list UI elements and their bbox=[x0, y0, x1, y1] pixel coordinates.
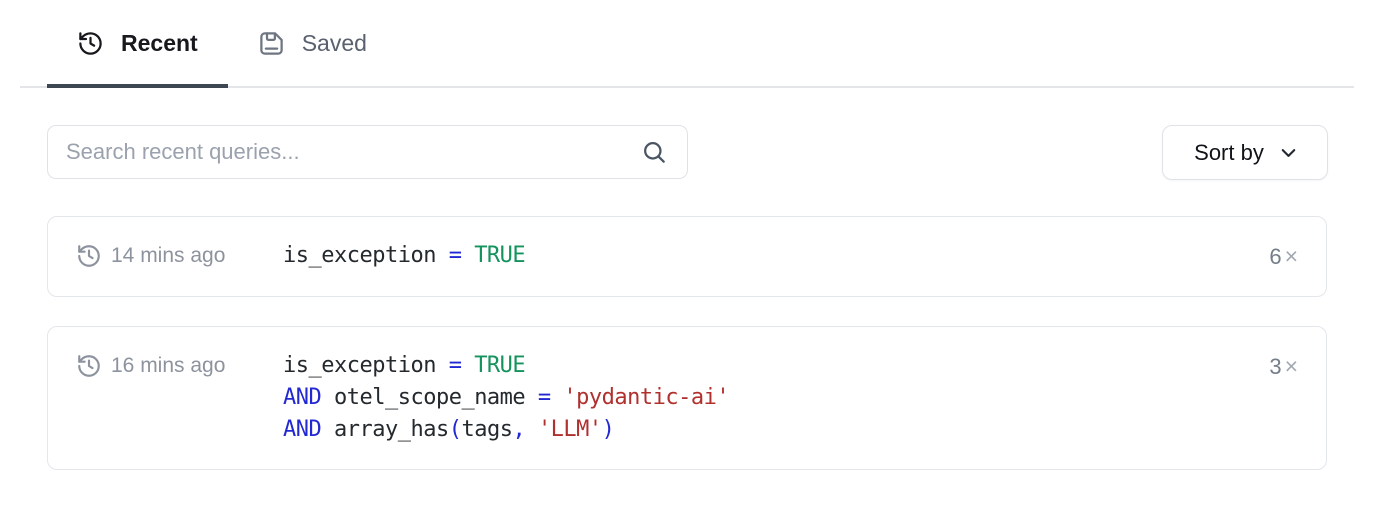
query-meta: 16 mins ago bbox=[76, 350, 283, 382]
query-timestamp: 14 mins ago bbox=[111, 244, 225, 268]
query-code: is_exception = TRUEAND otel_scope_name =… bbox=[283, 350, 1253, 446]
history-icon bbox=[76, 243, 102, 269]
tab-saved[interactable]: Saved bbox=[228, 0, 397, 86]
times-symbol: × bbox=[1282, 353, 1298, 379]
save-icon bbox=[258, 30, 285, 57]
code-line: AND otel_scope_name = 'pydantic-ai' bbox=[283, 382, 1253, 414]
controls-row: Sort by bbox=[47, 125, 1328, 180]
query-row[interactable]: 14 mins agois_exception = TRUE6× bbox=[47, 216, 1327, 297]
query-meta: 14 mins ago bbox=[76, 240, 283, 272]
sort-by-button[interactable]: Sort by bbox=[1162, 125, 1328, 180]
query-code: is_exception = TRUE bbox=[283, 240, 1253, 272]
tab-recent-label: Recent bbox=[121, 30, 198, 57]
code-line: AND array_has(tags, 'LLM') bbox=[283, 414, 1253, 446]
history-icon bbox=[77, 30, 104, 57]
tab-saved-label: Saved bbox=[302, 30, 367, 57]
run-count: 6× bbox=[1253, 240, 1298, 273]
code-line: is_exception = TRUE bbox=[283, 350, 1253, 382]
tab-recent[interactable]: Recent bbox=[47, 0, 228, 86]
times-symbol: × bbox=[1282, 243, 1298, 269]
query-list: 14 mins agois_exception = TRUE6×16 mins … bbox=[47, 216, 1327, 470]
run-count-value: 3 bbox=[1269, 354, 1281, 379]
run-count-value: 6 bbox=[1269, 244, 1281, 269]
query-row[interactable]: 16 mins ago is_exception = TRUEAND otel_s… bbox=[47, 326, 1327, 470]
tab-bar: Recent Saved bbox=[20, 0, 1354, 88]
chevron-down-icon bbox=[1277, 141, 1300, 164]
search-box bbox=[47, 125, 688, 179]
code-line: is_exception = TRUE bbox=[283, 240, 1253, 272]
run-count: 3× bbox=[1253, 350, 1298, 383]
query-timestamp: 16 mins ago bbox=[111, 354, 225, 378]
sort-by-label: Sort by bbox=[1194, 140, 1264, 166]
history-icon bbox=[76, 353, 102, 379]
search-input[interactable] bbox=[47, 125, 688, 179]
